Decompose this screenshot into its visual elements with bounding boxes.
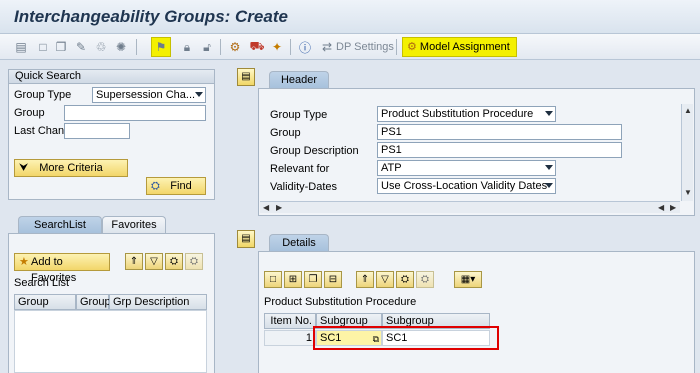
sort-ascending-icon[interactable]: ⇑ (356, 271, 374, 288)
column-header-group-type[interactable]: Group Type (14, 294, 76, 322)
new-row-icon[interactable]: □ (264, 271, 282, 288)
model-assignment-button[interactable]: ⚙ Model Assignment (402, 37, 517, 57)
chevron-down-icon (545, 183, 553, 188)
tab-favorites[interactable]: Favorites (102, 216, 166, 233)
application-toolbar: ▤ □ ❐ ✎ ♲ ✺ ⚑ 🔒︎ 🔓︎ ⚙ ⛟ ✦ ⓘ ⇄ DP Setting… (0, 34, 700, 60)
network-icon[interactable]: ✺ (112, 38, 130, 56)
chevron-down-icon (545, 165, 553, 170)
last-change-input[interactable] (64, 123, 130, 139)
find-next-icon[interactable]: ⛭ (185, 253, 203, 270)
details-section (258, 251, 695, 373)
group-input[interactable] (64, 105, 206, 121)
scroll-right-icon[interactable]: ▶ (670, 203, 676, 212)
header-group-type-select[interactable]: Product Substitution Procedure (377, 106, 556, 122)
title-bar: Interchangeability Groups: Create (0, 0, 700, 34)
find-button[interactable]: ⛭ Find (146, 177, 206, 195)
star-icon: ★ (19, 256, 29, 268)
binoculars-icon[interactable]: ⛭ (396, 271, 414, 288)
tab-header[interactable]: Header (269, 71, 329, 88)
group-type-select[interactable]: Supersession Cha... (92, 87, 206, 103)
new-doc-icon[interactable]: □ (34, 38, 52, 56)
quick-search-title: Quick Search (9, 70, 214, 84)
filter-icon[interactable]: ▽ (145, 253, 163, 270)
toolbar-separator (220, 39, 221, 55)
scroll-down-icon[interactable]: ▼ (684, 188, 692, 197)
header-vertical-scrollbar[interactable]: ▲ ▼ (681, 104, 693, 201)
header-group-type-label: Group Type (270, 109, 328, 121)
tab-searchlist[interactable]: SearchList (18, 216, 102, 233)
model-icon: ⚙ (407, 41, 420, 53)
table-icon[interactable]: ▤ (12, 38, 30, 56)
find-label: Find (170, 180, 192, 192)
header-relevant-for-label: Relevant for (270, 163, 330, 175)
column-header-item-no[interactable]: Item No. (264, 313, 316, 329)
hierarchy-toggle-icon[interactable]: ▤ (237, 68, 255, 86)
column-header-grp-description[interactable]: Grp Description (109, 294, 207, 310)
model-assignment-label: Model Assignment (419, 41, 510, 53)
double-chevron-down-icon: ⮟ (19, 162, 29, 174)
search-list-grid (14, 310, 207, 373)
toolbar-separator (136, 39, 137, 55)
header-validity-dates-select[interactable]: Use Cross-Location Validity Dates (377, 178, 556, 194)
insert-row-icon[interactable]: ⊞ (284, 271, 302, 288)
chevron-down-icon (545, 111, 553, 116)
group-type-label: Group Type (14, 89, 72, 101)
transport-icon[interactable]: ⛟ (248, 38, 266, 56)
column-header-group[interactable]: Group (76, 294, 111, 310)
binoculars-icon: ⛭ (151, 180, 160, 192)
header-group-description-label: Group Description (270, 145, 359, 157)
more-criteria-button[interactable]: ⮟ More Criteria (14, 159, 128, 177)
window-title: Interchangeability Groups: Create (14, 7, 288, 26)
header-group-input[interactable]: PS1 (377, 124, 622, 140)
scroll-left-icon[interactable]: ◀ (658, 203, 664, 212)
star-icon[interactable]: ✦ (268, 38, 286, 56)
hierarchy-toggle-icon[interactable]: ▤ (237, 230, 255, 248)
toolbar-separator (290, 39, 291, 55)
hierarchy-icon[interactable]: ⚙ (226, 38, 244, 56)
filter-icon[interactable]: ▽ (376, 271, 394, 288)
chevron-down-icon (195, 92, 203, 97)
tab-details[interactable]: Details (269, 234, 329, 251)
info-icon[interactable]: ⓘ (296, 38, 314, 56)
dp-icon[interactable]: ⇄ (318, 38, 336, 56)
procedure-title: Product Substitution Procedure (264, 296, 417, 308)
group-label: Group (14, 107, 45, 119)
add-to-favorites-button[interactable]: ★ Add to Favorites (14, 253, 110, 284)
copy-row-icon[interactable]: ❐ (304, 271, 322, 288)
layout-icon[interactable]: ▦▾ (454, 271, 482, 288)
header-group-label: Group (270, 127, 301, 139)
header-relevant-for-select[interactable]: ATP (377, 160, 556, 176)
dp-settings-button[interactable]: DP Settings (336, 38, 394, 56)
header-relevant-for-value: ATP (381, 162, 402, 174)
scroll-up-icon[interactable]: ▲ (684, 106, 692, 115)
search-list-title: Search List (14, 277, 70, 289)
copy-icon[interactable]: ❐ (52, 38, 70, 56)
cell-item-no: 1 (264, 330, 316, 346)
edit-icon[interactable]: ✎ (72, 38, 90, 56)
scroll-right-icon[interactable]: ▶ (276, 203, 282, 212)
scroll-left-icon[interactable]: ◀ (263, 203, 269, 212)
highlight-annotation (313, 326, 499, 350)
sort-ascending-icon[interactable]: ⇑ (125, 253, 143, 270)
header-validity-dates-label: Validity-Dates (270, 181, 338, 193)
group-type-select-value: Supersession Cha... (96, 89, 196, 101)
toolbar-separator (396, 39, 397, 55)
delete-row-icon[interactable]: ⊟ (324, 271, 342, 288)
header-group-type-value: Product Substitution Procedure (381, 108, 534, 120)
delete-icon[interactable]: ♲ (92, 38, 110, 56)
more-criteria-label: More Criteria (39, 162, 103, 174)
header-group-description-input[interactable]: PS1 (377, 142, 622, 158)
find-next-icon[interactable]: ⛭ (416, 271, 434, 288)
header-horizontal-scrollbar[interactable]: ◀ ▶ ◀ ▶ (260, 201, 680, 213)
flag-icon[interactable]: ⚑ (151, 37, 171, 57)
unlock-icon[interactable]: 🔓︎ (198, 38, 216, 56)
binoculars-icon[interactable]: ⛭ (165, 253, 183, 270)
lock-icon[interactable]: 🔒︎ (178, 38, 196, 56)
header-validity-dates-value: Use Cross-Location Validity Dates (381, 180, 548, 192)
